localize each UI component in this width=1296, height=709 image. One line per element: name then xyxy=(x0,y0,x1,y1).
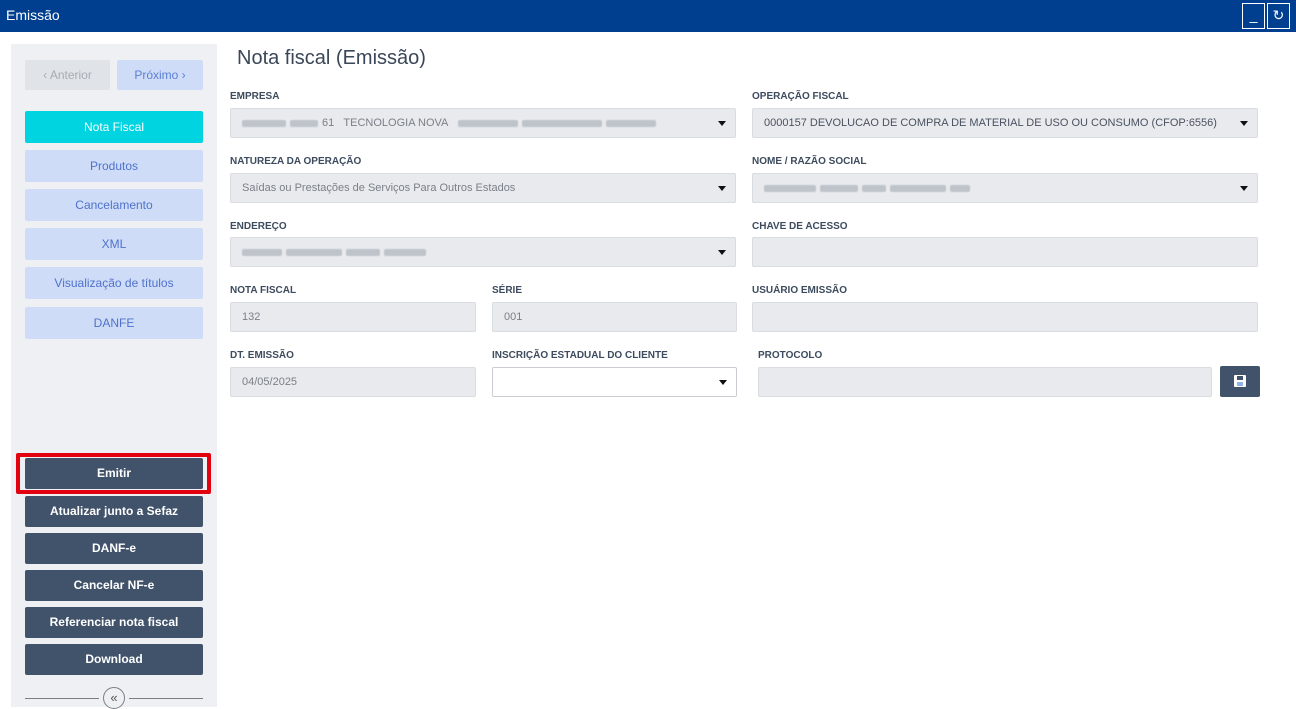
window-title: Emissão xyxy=(6,7,60,23)
serie-label: SÉRIE xyxy=(492,285,523,296)
natureza-value: Saídas ou Prestações de Serviços Para Ou… xyxy=(242,182,516,194)
usuario-label: USUÁRIO EMISSÃO xyxy=(752,285,848,296)
usuario-input[interactable] xyxy=(752,302,1258,332)
collapse-sidebar-icon[interactable]: « xyxy=(103,687,125,709)
previous-button[interactable]: ‹ Anterior xyxy=(25,60,110,90)
redacted-text xyxy=(242,248,282,256)
empresa-select[interactable]: 61 TECNOLOGIA NOVA xyxy=(230,108,736,138)
sidebar-item-visualizacao-titulos[interactable]: Visualização de títulos xyxy=(25,267,203,299)
chevron-down-icon xyxy=(1240,186,1248,191)
natureza-select[interactable]: Saídas ou Prestações de Serviços Para Ou… xyxy=(230,173,736,203)
redacted-text xyxy=(521,119,602,127)
window-titlebar: Emissão _ ↻ xyxy=(0,0,1296,32)
redacted-text xyxy=(862,184,886,192)
serie-input[interactable]: 001 xyxy=(492,302,737,332)
redacted-text xyxy=(950,184,970,192)
endereco-label: ENDEREÇO xyxy=(230,221,287,232)
protocolo-input[interactable] xyxy=(758,367,1212,397)
redacted-text xyxy=(890,184,946,192)
operacao-value: 0000157 DEVOLUCAO DE COMPRA DE MATERIAL … xyxy=(764,117,1217,129)
inscricao-select[interactable] xyxy=(492,367,737,397)
sidebar-item-nota-fiscal[interactable]: Nota Fiscal xyxy=(25,111,203,143)
empresa-label: EMPRESA xyxy=(230,91,280,102)
save-button[interactable] xyxy=(1220,366,1260,397)
inscricao-label: INSCRIÇÃO ESTADUAL DO CLIENTE xyxy=(492,350,668,361)
empresa-value: TECNOLOGIA NOVA xyxy=(343,117,449,129)
chevron-down-icon xyxy=(718,186,726,191)
sidebar: ‹ Anterior Próximo › Nota Fiscal Produto… xyxy=(11,44,217,709)
sidebar-item-danfe[interactable]: DANFE xyxy=(25,307,203,339)
sidebar-item-cancelamento[interactable]: Cancelamento xyxy=(25,189,203,221)
emitir-button[interactable]: Emitir xyxy=(25,458,203,489)
endereco-select[interactable] xyxy=(230,237,736,267)
chevron-down-icon xyxy=(1240,121,1248,126)
danfe-button[interactable]: DANF-e xyxy=(25,533,203,564)
download-button[interactable]: Download xyxy=(25,644,203,675)
nota-label: NOTA FISCAL xyxy=(230,285,297,296)
redacted-text xyxy=(605,119,656,127)
divider-right xyxy=(129,698,203,699)
redacted-text xyxy=(242,119,286,127)
atualizar-sefaz-button[interactable]: Atualizar junto a Sefaz xyxy=(25,496,203,527)
redacted-text xyxy=(820,184,858,192)
redacted-text xyxy=(384,248,426,256)
next-button[interactable]: Próximo › xyxy=(117,60,203,90)
chevron-down-icon xyxy=(719,380,727,385)
redacted-text xyxy=(346,248,380,256)
sidebar-item-xml[interactable]: XML xyxy=(25,228,203,260)
operacao-label: OPERAÇÃO FISCAL xyxy=(752,91,849,102)
redacted-text xyxy=(290,119,318,127)
page-title: Nota fiscal (Emissão) xyxy=(237,47,426,69)
operacao-select[interactable]: 0000157 DEVOLUCAO DE COMPRA DE MATERIAL … xyxy=(752,108,1258,138)
minimize-icon[interactable]: _ xyxy=(1242,3,1265,29)
referenciar-nota-button[interactable]: Referenciar nota fiscal xyxy=(25,607,203,638)
chevron-down-icon xyxy=(718,121,726,126)
redacted-text xyxy=(764,184,816,192)
divider-left xyxy=(25,698,99,699)
redacted-text xyxy=(286,248,342,256)
chevron-down-icon xyxy=(718,250,726,255)
chave-input[interactable] xyxy=(752,237,1258,267)
chave-label: CHAVE DE ACESSO xyxy=(752,221,848,232)
refresh-icon[interactable]: ↻ xyxy=(1267,3,1290,29)
save-icon xyxy=(1234,375,1246,387)
protocolo-label: PROTOCOLO xyxy=(758,350,823,361)
redacted-text xyxy=(457,119,518,127)
emissao-label: DT. EMISSÃO xyxy=(230,350,294,361)
nome-select[interactable] xyxy=(752,173,1258,203)
empresa-prefix: 61 xyxy=(322,117,335,129)
natureza-label: NATUREZA DA OPERAÇÃO xyxy=(230,156,362,167)
emissao-input[interactable]: 04/05/2025 xyxy=(230,367,476,397)
cancelar-nfe-button[interactable]: Cancelar NF-e xyxy=(25,570,203,601)
nota-input[interactable]: 132 xyxy=(230,302,476,332)
nome-label: NOME / RAZÃO SOCIAL xyxy=(752,156,867,167)
sidebar-item-produtos[interactable]: Produtos xyxy=(25,150,203,182)
